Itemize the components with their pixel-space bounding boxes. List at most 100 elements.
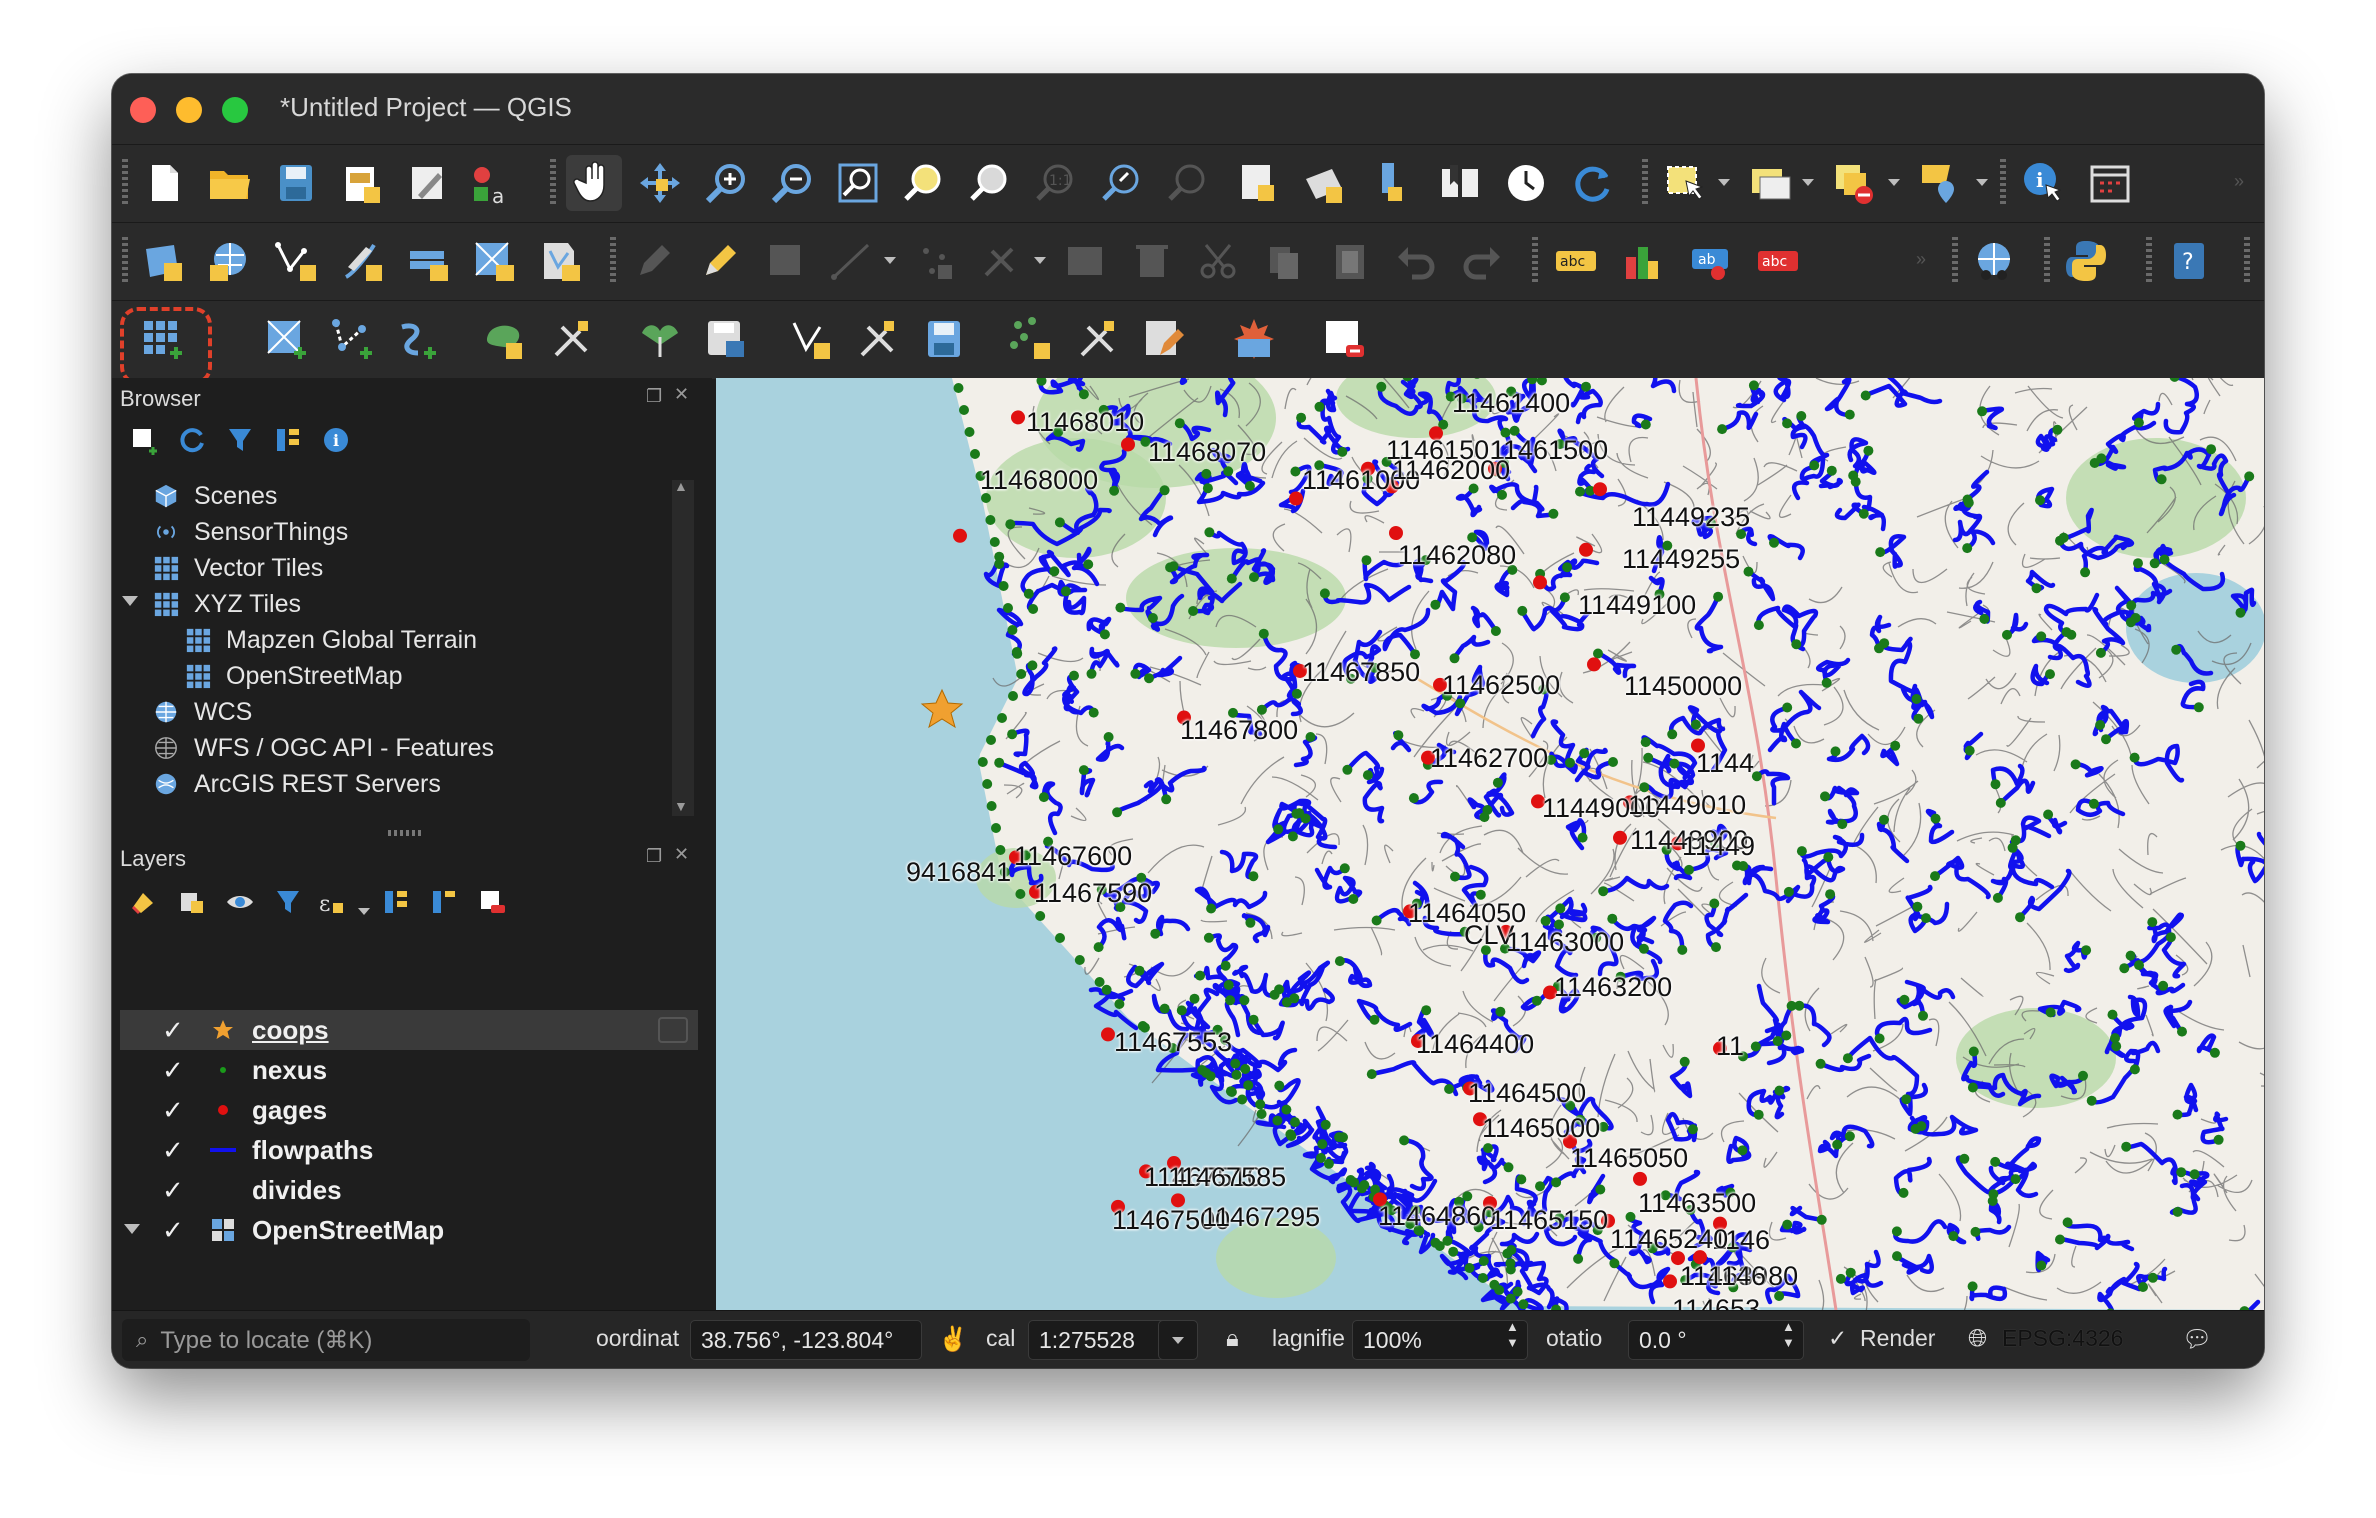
point-edit-icon[interactable] (1004, 311, 1060, 367)
deselect-icon[interactable] (1826, 155, 1882, 211)
form-edit-icon[interactable] (1136, 311, 1192, 367)
browser-item-xyz-tiles[interactable]: XYZ Tiles (152, 586, 301, 622)
measure-icon[interactable] (2082, 155, 2138, 211)
style-manager-icon[interactable]: a (462, 155, 518, 211)
render-checkbox[interactable]: ✓ (1828, 1325, 1847, 1352)
scroll-up-icon[interactable]: ▲ (674, 478, 688, 494)
pan-icon[interactable] (566, 155, 622, 211)
collapse-all-icon[interactable] (270, 422, 306, 458)
map-tips-icon[interactable] (1432, 155, 1488, 211)
layer-visibility-checkbox[interactable]: ✓ (162, 1175, 184, 1206)
zoom-native-icon[interactable]: 1:1 (1028, 155, 1084, 211)
close-panel-icon[interactable]: ✕ (674, 844, 689, 865)
toolbar-grip[interactable] (1642, 159, 1648, 207)
expand-all-icon[interactable] (378, 884, 414, 920)
expand-xyz-tiles-icon[interactable] (122, 596, 138, 606)
toolbar-overflow-icon[interactable]: » (1916, 249, 1926, 270)
redo-icon[interactable] (1454, 233, 1510, 289)
magnifier-field[interactable]: 100% (1352, 1320, 1528, 1360)
browser-item-vector-tiles[interactable]: Vector Tiles (152, 550, 323, 586)
toolbar-grip[interactable] (550, 159, 556, 207)
scroll-down-icon[interactable]: ▼ (674, 798, 688, 814)
print-layout-icon[interactable] (334, 155, 390, 211)
toolbar-grip[interactable] (610, 237, 616, 285)
toolbar-grip[interactable] (122, 159, 128, 207)
show-bookmarks-icon[interactable] (1296, 155, 1352, 211)
annotation-dropdown-icon[interactable] (1976, 179, 1988, 186)
remove-layer-icon[interactable] (1316, 311, 1372, 367)
add-group-icon[interactable] (174, 884, 210, 920)
browser-item-scenes[interactable]: Scenes (152, 478, 277, 514)
label-abc-icon[interactable]: abc (1548, 233, 1604, 289)
layer-visibility-checkbox[interactable]: ✓ (162, 1015, 184, 1046)
crs-label[interactable]: EPSG:4326 (2002, 1325, 2123, 1352)
deselect-dropdown-icon[interactable] (1888, 179, 1900, 186)
data-source-manager-icon[interactable] (136, 233, 192, 289)
pan-to-selection-icon[interactable] (632, 155, 688, 211)
filter-legend-icon[interactable] (270, 884, 306, 920)
undo-icon[interactable] (1388, 233, 1444, 289)
toolbar-overflow-icon[interactable]: » (2234, 171, 2244, 192)
layer-row-openstreetmap[interactable]: ✓ OpenStreetMap (120, 1210, 698, 1250)
select-dropdown-icon[interactable] (1718, 179, 1730, 186)
layer-visibility-checkbox[interactable]: ✓ (162, 1215, 184, 1246)
diagram-icon[interactable] (1614, 233, 1670, 289)
filter-by-expression-icon[interactable]: ε (314, 884, 350, 920)
layer-visibility-checkbox[interactable]: ✓ (162, 1055, 184, 1086)
browser-item-mapzen-global-terrain[interactable]: Mapzen Global Terrain (184, 622, 477, 658)
zoom-out-icon[interactable] (764, 155, 820, 211)
select-features-icon[interactable] (1658, 155, 1714, 211)
add-feature-icon[interactable] (824, 233, 880, 289)
crs-globe-icon[interactable]: 🌐︎ (1968, 1325, 1987, 1353)
add-vector-layer-icon[interactable] (324, 311, 380, 367)
digitize-icon[interactable] (334, 233, 390, 289)
rotation-spinner-icon[interactable]: ▲ ▼ (1782, 1319, 1795, 1351)
identify-icon[interactable]: i (2016, 155, 2072, 211)
spatial-bookmark-icon[interactable] (1366, 155, 1422, 211)
measure-edit-icon[interactable] (1070, 311, 1126, 367)
paste-icon[interactable] (1322, 233, 1378, 289)
add-feature-dropdown-icon[interactable] (884, 257, 896, 264)
zoom-to-selection-icon[interactable] (896, 155, 952, 211)
close-panel-icon[interactable]: ✕ (674, 384, 689, 405)
collapse-all-layers-icon[interactable] (426, 884, 462, 920)
zoom-to-layer-icon[interactable] (962, 155, 1018, 211)
toolbar-grip[interactable] (2244, 237, 2250, 285)
plugins-globe-icon[interactable] (1966, 233, 2022, 289)
cut-icon[interactable] (1190, 233, 1246, 289)
browser-item-openstreetmap[interactable]: OpenStreetMap (184, 658, 403, 694)
panel-splitter[interactable] (388, 830, 422, 836)
virtual-layer-icon[interactable] (400, 233, 456, 289)
add-point-cloud-icon[interactable] (388, 311, 444, 367)
new-shapefile-icon[interactable] (268, 233, 324, 289)
filter-browser-icon[interactable] (222, 422, 258, 458)
open-project-icon[interactable] (202, 155, 258, 211)
zoom-full-icon[interactable] (830, 155, 886, 211)
add-mesh-layer-icon[interactable] (478, 311, 534, 367)
toolbar-grip[interactable] (2146, 237, 2152, 285)
coordinate-field[interactable]: 38.756°, -123.804° (690, 1320, 922, 1360)
browser-item-arcgis-rest[interactable]: ArcGIS REST Servers (152, 766, 441, 802)
plugin-icon[interactable] (1226, 311, 1282, 367)
toggle-extents-icon[interactable]: ✌ (938, 1325, 968, 1354)
remove-layer-small-icon[interactable] (474, 884, 510, 920)
new-memory-layer-icon[interactable] (466, 233, 522, 289)
layer-visibility-checkbox[interactable]: ✓ (162, 1095, 184, 1126)
layer-row-gages[interactable]: ✓ gages (120, 1090, 698, 1130)
browser-scrollbar[interactable] (672, 480, 694, 816)
add-selected-layers-icon[interactable] (126, 422, 162, 458)
new-geopackage-icon[interactable] (202, 233, 258, 289)
processing-icon[interactable] (544, 311, 600, 367)
save-edits-icon[interactable] (758, 233, 814, 289)
browser-item-wfs[interactable]: WFS / OGC API - Features (152, 730, 494, 766)
layer-visibility-checkbox[interactable]: ✓ (162, 1135, 184, 1166)
new-spatialite-icon[interactable] (532, 233, 588, 289)
layer-indicator-icon[interactable] (658, 1017, 688, 1043)
locator-search[interactable]: ⌕ Type to locate (⌘K) (122, 1319, 530, 1361)
python-icon[interactable] (2058, 233, 2114, 289)
add-wms-layer-icon[interactable] (258, 311, 314, 367)
join-icon[interactable] (632, 311, 688, 367)
layer-row-flowpaths[interactable]: ✓ flowpaths (120, 1130, 698, 1170)
magnifier-spinner-icon[interactable]: ▲ ▼ (1506, 1319, 1519, 1351)
zoom-in-icon[interactable] (698, 155, 754, 211)
